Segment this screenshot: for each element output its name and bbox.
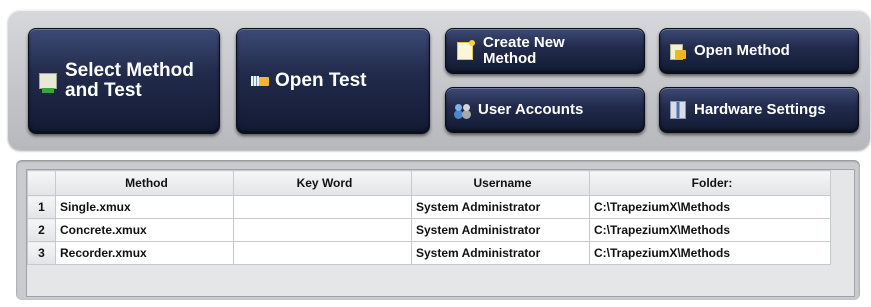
table-row[interactable]: 2 Concrete.xmux System Administrator C:\… [27,218,831,242]
row-number: 3 [27,241,56,265]
open-method-label: Open Method [694,42,790,60]
method-list-panel: Method Key Word Username Folder: 1 Singl… [16,160,860,300]
hardware-settings-button[interactable]: Hardware Settings [659,87,859,133]
create-new-method-button[interactable]: Create New Method [445,28,645,74]
column-header-folder[interactable]: Folder: [589,170,831,196]
users-icon [454,103,472,117]
main-toolbar: Select Method and Test Open Test Create … [8,10,870,150]
keyword-cell[interactable] [233,195,412,219]
column-header-method[interactable]: Method [55,170,234,196]
open-method-icon [670,43,686,60]
open-method-button[interactable]: Open Method [659,28,859,74]
open-test-button[interactable]: Open Test [236,28,430,134]
method-cell[interactable]: Recorder.xmux [55,241,234,265]
column-header-username[interactable]: Username [411,170,590,196]
table-row[interactable]: 3 Recorder.xmux System Administrator C:\… [27,241,831,265]
method-table-container: Method Key Word Username Folder: 1 Singl… [26,169,855,297]
method-cell[interactable]: Single.xmux [55,195,234,219]
username-cell[interactable]: System Administrator [411,218,590,242]
select-method-icon [39,73,57,93]
table-row[interactable]: 1 Single.xmux System Administrator C:\Tr… [27,195,831,219]
row-number: 2 [27,218,56,242]
folder-cell[interactable]: C:\TrapeziumX\Methods [589,241,831,265]
open-test-label: Open Test [275,70,367,92]
column-header-keyword[interactable]: Key Word [233,170,412,196]
hardware-icon [670,101,686,119]
row-number: 1 [27,195,56,219]
method-cell[interactable]: Concrete.xmux [55,218,234,242]
row-number-header [27,170,56,196]
user-accounts-button[interactable]: User Accounts [445,87,645,133]
username-cell[interactable]: System Administrator [411,195,590,219]
open-test-icon [251,74,269,88]
hardware-settings-label: Hardware Settings [694,101,826,119]
select-method-label: Select Method and Test [65,60,194,101]
user-accounts-label: User Accounts [478,101,584,119]
keyword-cell[interactable] [233,241,412,265]
table-header-row: Method Key Word Username Folder: [27,170,831,196]
folder-cell[interactable]: C:\TrapeziumX\Methods [589,218,831,242]
keyword-cell[interactable] [233,218,412,242]
new-method-icon [457,40,475,60]
select-method-and-test-button[interactable]: Select Method and Test [28,28,220,134]
method-table: Method Key Word Username Folder: 1 Singl… [27,170,831,265]
username-cell[interactable]: System Administrator [411,241,590,265]
folder-cell[interactable]: C:\TrapeziumX\Methods [589,195,831,219]
create-new-method-label: Create New Method [483,34,565,67]
